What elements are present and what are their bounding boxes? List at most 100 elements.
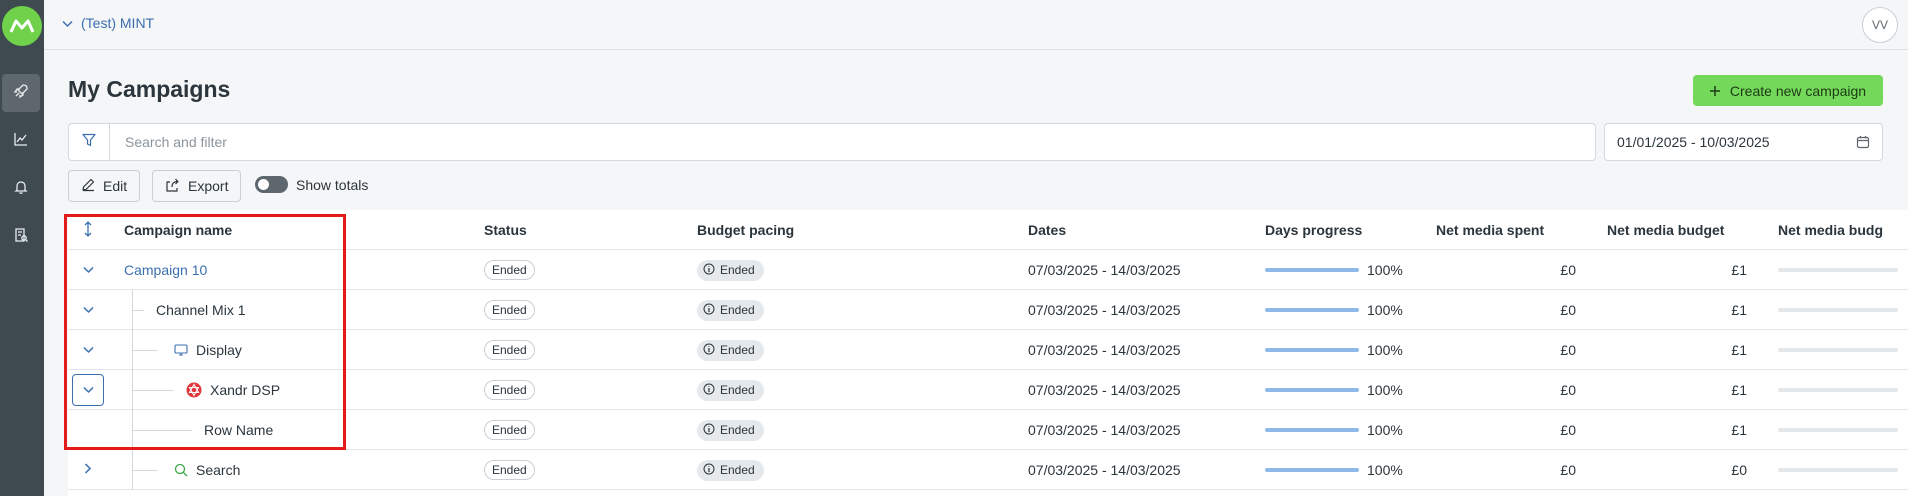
app-logo[interactable] <box>2 6 42 46</box>
search-input[interactable] <box>110 124 1595 160</box>
search-icon <box>174 463 188 477</box>
channel-item[interactable]: Search <box>174 450 240 490</box>
date-range-value: 01/01/2025 - 10/03/2025 <box>1617 134 1770 150</box>
progress-bar <box>1265 468 1359 472</box>
channel-name: Search <box>196 462 241 478</box>
budget-bar <box>1778 290 1898 330</box>
progress-bar <box>1265 348 1359 352</box>
dates-cell: 07/03/2025 - 14/03/2025 <box>1028 382 1181 398</box>
net-media-budget: £1 <box>1731 422 1747 438</box>
table-row[interactable]: Campaign 10 Ended Ended 07/03/2025 - 14/… <box>68 250 1908 290</box>
net-media-budget: £1 <box>1731 262 1747 278</box>
column-header-net-media-budget[interactable]: Net media budget <box>1607 210 1724 250</box>
days-progress: 100% <box>1265 370 1403 410</box>
status-badge: Ended <box>484 420 535 440</box>
column-header-days-progress[interactable]: Days progress <box>1265 210 1362 250</box>
progress-value: 100% <box>1367 342 1403 358</box>
pacing-badge: Ended <box>697 459 764 481</box>
days-progress: 100% <box>1265 290 1403 330</box>
row-expander[interactable] <box>68 330 108 370</box>
platform-name: Xandr DSP <box>210 382 281 398</box>
channel-item[interactable]: Display <box>174 330 242 370</box>
progress-value: 100% <box>1367 302 1403 318</box>
monitor-icon <box>174 344 188 356</box>
line-item-name[interactable]: Row Name <box>204 410 273 450</box>
sidebar-item-analytics[interactable] <box>2 122 40 160</box>
chevron-down-icon <box>62 15 73 31</box>
toggle-switch[interactable] <box>255 176 288 193</box>
net-media-budget: £1 <box>1731 342 1747 358</box>
pacing-label: Ended <box>720 263 755 277</box>
show-totals-toggle[interactable]: Show totals <box>255 176 368 193</box>
info-icon <box>703 383 715 398</box>
channel-mix-name[interactable]: Channel Mix 1 <box>156 290 246 330</box>
pacing-label: Ended <box>720 383 755 397</box>
pacing-badge: Ended <box>697 379 764 401</box>
budget-bar <box>1778 330 1898 370</box>
progress-bar <box>1265 308 1359 312</box>
org-selector[interactable]: (Test) MINT <box>62 15 154 31</box>
edit-label: Edit <box>103 178 128 194</box>
column-header-net-media-spent[interactable]: Net media spent <box>1436 210 1544 250</box>
status-badge: Ended <box>484 340 535 360</box>
filter-icon <box>82 133 96 152</box>
column-header-budget-pacing[interactable]: Budget pacing <box>697 210 794 250</box>
sidebar-item-campaigns[interactable] <box>2 74 40 112</box>
sidebar-item-alerts[interactable] <box>2 170 40 208</box>
chevron-right-icon <box>84 461 92 479</box>
pacing-badge: Ended <box>697 419 764 441</box>
date-range-picker[interactable]: 01/01/2025 - 10/03/2025 <box>1604 123 1883 161</box>
export-button[interactable]: Export <box>152 170 242 202</box>
edit-button[interactable]: Edit <box>68 170 141 202</box>
row-expander[interactable] <box>68 450 108 490</box>
pacing-label: Ended <box>720 423 755 437</box>
net-media-spent: £0 <box>1560 462 1576 478</box>
channel-name: Display <box>196 342 242 358</box>
status-badge: Ended <box>484 300 535 320</box>
row-expander[interactable] <box>68 370 108 410</box>
campaign-name-link[interactable]: Campaign 10 <box>124 250 207 290</box>
net-media-budget: £1 <box>1731 382 1747 398</box>
column-header-net-media-budget-2[interactable]: Net media budg <box>1778 210 1883 250</box>
sidebar-item-reports[interactable] <box>2 218 40 256</box>
sort-toggle[interactable] <box>68 210 108 250</box>
filter-button[interactable] <box>69 124 110 160</box>
column-header-campaign-name[interactable]: Campaign name <box>124 210 232 250</box>
sidebar <box>0 0 44 496</box>
chevron-down-icon <box>82 301 94 319</box>
column-header-status[interactable]: Status <box>484 210 527 250</box>
table-row[interactable]: Xandr DSP Ended Ended 07/03/2025 - 14/03… <box>68 370 1908 410</box>
status-badge: Ended <box>484 260 535 280</box>
progress-bar <box>1265 268 1359 272</box>
table-row[interactable]: Row Name Ended Ended 07/03/2025 - 14/03/… <box>68 410 1908 450</box>
dates-cell: 07/03/2025 - 14/03/2025 <box>1028 262 1181 278</box>
table-row[interactable]: Display Ended Ended 07/03/2025 - 14/03/2… <box>68 330 1908 370</box>
row-expander[interactable] <box>68 250 108 290</box>
plus-icon <box>1709 83 1720 99</box>
table-row[interactable]: Search Ended Ended 07/03/2025 - 14/03/20… <box>68 450 1908 490</box>
info-icon <box>703 343 715 358</box>
net-media-spent: £0 <box>1560 302 1576 318</box>
budget-bar <box>1778 250 1898 290</box>
days-progress: 100% <box>1265 250 1403 290</box>
status-badge: Ended <box>484 380 535 400</box>
avatar[interactable]: VV <box>1862 7 1898 43</box>
budget-bar <box>1778 410 1898 450</box>
days-progress: 100% <box>1265 450 1403 490</box>
export-icon <box>165 178 180 195</box>
row-expander[interactable] <box>68 290 108 330</box>
table-header: Campaign name Status Budget pacing Dates… <box>68 210 1908 250</box>
table-row[interactable]: Channel Mix 1 Ended Ended 07/03/2025 - 1… <box>68 290 1908 330</box>
page-title: My Campaigns <box>68 76 231 102</box>
days-progress: 100% <box>1265 330 1403 370</box>
platform-item[interactable]: Xandr DSP <box>186 370 280 410</box>
bell-icon <box>13 179 29 200</box>
campaigns-table: Campaign name Status Budget pacing Dates… <box>68 210 1908 496</box>
net-media-budget: £1 <box>1731 302 1747 318</box>
create-campaign-button[interactable]: Create new campaign <box>1693 75 1883 106</box>
column-header-dates[interactable]: Dates <box>1028 210 1066 250</box>
search-bar <box>68 123 1596 161</box>
net-media-spent: £0 <box>1560 262 1576 278</box>
info-icon <box>703 423 715 438</box>
chevron-down-icon <box>82 261 94 279</box>
